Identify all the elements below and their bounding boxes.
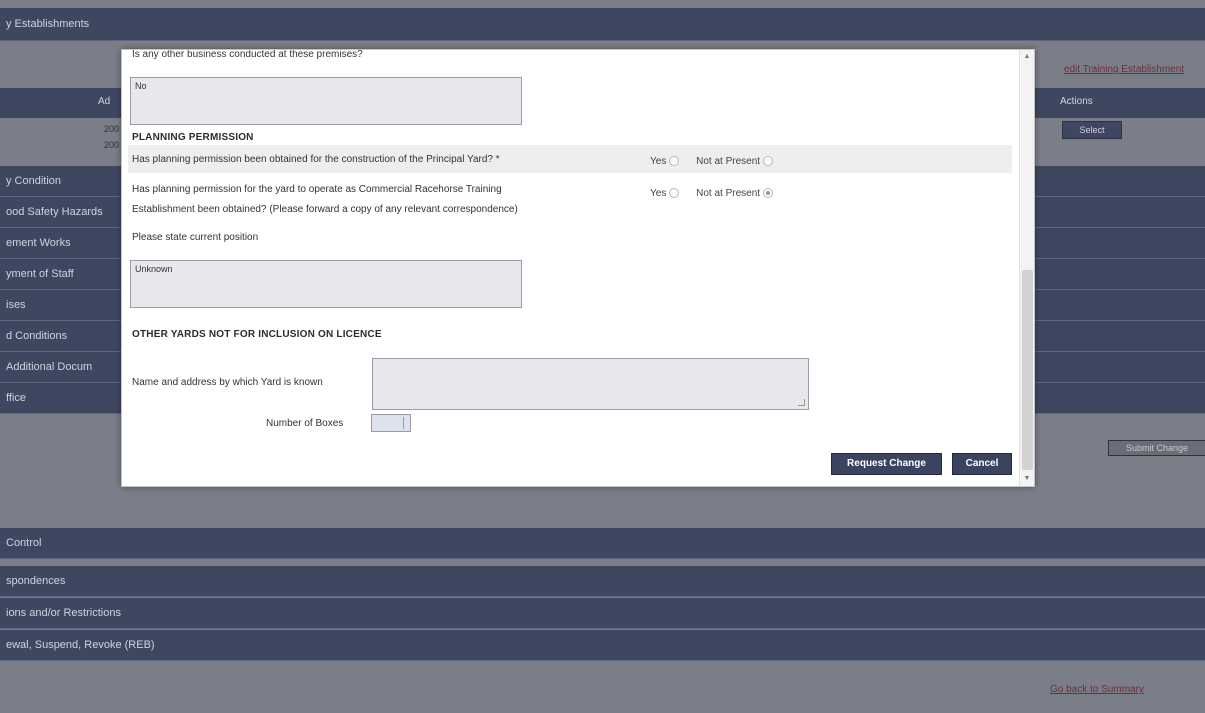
lower-section-3[interactable]: ions and/or Restrictions — [0, 598, 1205, 629]
table-cell-year-1: 200 — [104, 124, 120, 134]
page-header-title: y Establishments — [6, 18, 90, 30]
number-of-boxes-input[interactable] — [371, 414, 411, 432]
planning-q1-np-label: Not at Present — [696, 156, 761, 167]
planning-q1-options: Yes Not at Present — [650, 156, 787, 167]
scroll-down-arrow-icon[interactable]: ▼ — [1022, 474, 1032, 484]
lower-section-1[interactable]: Control — [0, 528, 1205, 559]
planning-q2-options: Yes Not at Present — [650, 188, 787, 199]
go-back-summary-link[interactable]: Go back to Summary — [1050, 684, 1144, 695]
planning-q2-np-label: Not at Present — [696, 188, 761, 199]
section-bar-3-label: ement Works — [6, 237, 71, 249]
table-cell-year-2: 200 — [104, 140, 120, 150]
other-yards-heading: OTHER YARDS NOT FOR INCLUSION ON LICENCE — [132, 329, 382, 340]
section-bar-2-label: ood Safety Hazards — [6, 206, 103, 218]
other-business-question: Is any other business conducted at these… — [132, 49, 363, 60]
yard-name-field[interactable] — [372, 358, 809, 410]
lower-section-4-label: ewal, Suspend, Revoke (REB) — [6, 639, 155, 651]
select-button[interactable]: Select — [1062, 121, 1122, 139]
textarea-resize-handle[interactable] — [798, 399, 805, 406]
planning-q1-yes-label: Yes — [650, 156, 667, 167]
request-change-button[interactable]: Request Change — [831, 453, 942, 475]
table-header-actions: Actions — [1060, 96, 1093, 107]
table-header-ad: Ad — [98, 96, 111, 107]
lower-section-2[interactable]: spondences — [0, 566, 1205, 597]
planning-q2-label-line1: Has planning permission for the yard to … — [132, 184, 502, 195]
edit-establishment-link[interactable]: edit Training Establishment — [1064, 64, 1184, 75]
other-business-answer[interactable]: No — [130, 77, 522, 125]
request-change-dialog: Is any other business conducted at these… — [121, 49, 1035, 487]
planning-q2-yes-label: Yes — [650, 188, 667, 199]
lower-section-1-label: Control — [6, 537, 42, 549]
current-position-label: Please state current position — [132, 232, 259, 243]
other-business-answer-text: No — [135, 81, 147, 91]
scroll-up-arrow-icon[interactable]: ▲ — [1022, 52, 1032, 62]
scroll-thumb[interactable] — [1022, 270, 1033, 470]
select-button-label: Select — [1079, 125, 1105, 135]
submit-change-button[interactable]: Submit Change — [1108, 440, 1205, 456]
section-bar-4-label: yment of Staff — [6, 268, 74, 280]
section-bar-1-label: y Condition — [6, 175, 62, 187]
yard-name-label: Name and address by which Yard is known — [132, 377, 323, 388]
submit-change-label: Submit Change — [1125, 443, 1189, 453]
cancel-button[interactable]: Cancel — [952, 453, 1012, 475]
lower-section-3-label: ions and/or Restrictions — [6, 607, 121, 619]
planning-q1-label: Has planning permission been obtained fo… — [132, 154, 500, 165]
planning-q2-label-line2: Establishment been obtained? (Please for… — [132, 204, 518, 215]
planning-permission-heading: PLANNING PERMISSION — [132, 132, 254, 143]
current-position-text: Unknown — [135, 264, 173, 274]
number-of-boxes-label: Number of Boxes — [266, 418, 344, 429]
planning-q2-np-radio[interactable] — [763, 188, 774, 199]
planning-q1-np-radio[interactable] — [763, 156, 774, 167]
planning-q1-yes-radio[interactable] — [669, 156, 680, 167]
planning-q2-yes-radio[interactable] — [669, 188, 680, 199]
lower-section-4[interactable]: ewal, Suspend, Revoke (REB) — [0, 630, 1205, 661]
lower-section-2-label: spondences — [6, 575, 66, 587]
section-bar-5-label: ises — [6, 299, 26, 311]
page-header: y Establishments — [0, 8, 1205, 41]
cancel-label: Cancel — [965, 458, 999, 469]
section-bar-7-label: Additional Docum — [6, 361, 93, 373]
request-change-label: Request Change — [847, 458, 926, 469]
section-bar-8-label: ffice — [6, 392, 26, 404]
dialog-scrollbar[interactable]: ▲ ▼ — [1019, 50, 1034, 486]
current-position-field[interactable]: Unknown — [130, 260, 522, 308]
section-bar-6-label: d Conditions — [6, 330, 68, 342]
